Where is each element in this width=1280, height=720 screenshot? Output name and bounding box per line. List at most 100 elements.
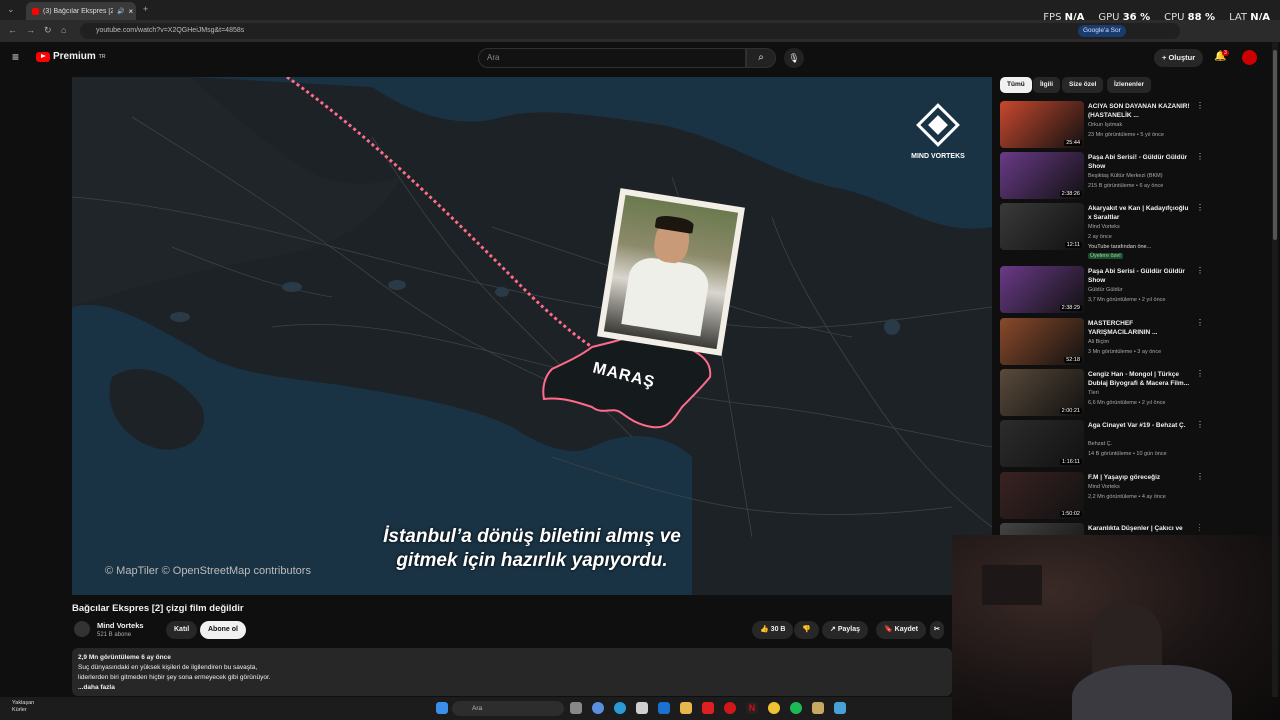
- reload-icon[interactable]: ↻: [44, 25, 52, 36]
- recommendation-item[interactable]: 1:50:02 F.M | Yaşayıp göreceğiz ⋮ Mind Vort…: [1000, 472, 1204, 520]
- app-icon[interactable]: [812, 702, 824, 714]
- rec-title[interactable]: Paşa Abi Serisi! - Güldür Güldür Show: [1088, 153, 1192, 171]
- webcam-overlay: [952, 535, 1280, 720]
- desc-line-2: liderlerden biri gitmeden hiçbir şey son…: [78, 674, 271, 681]
- rec-channel[interactable]: Mind Vorteks: [1088, 224, 1120, 230]
- weather-line-2: Kürler: [12, 707, 27, 713]
- recommendation-item[interactable]: 2:38:26 Paşa Abi Serisi! - Güldür Güldür …: [1000, 152, 1204, 200]
- rec-title[interactable]: MASTERCHEF YARIŞMACILARININ ...: [1088, 319, 1192, 337]
- video-thumbnail[interactable]: 52:18: [1000, 318, 1084, 365]
- save-button[interactable]: 🔖 Kaydet: [876, 621, 927, 639]
- rec-title[interactable]: Aga Cinayet Var #19 - Behzat Ç.: [1088, 421, 1192, 430]
- video-duration: 2:38:29: [1059, 305, 1082, 311]
- video-thumbnail[interactable]: 12:11: [1000, 203, 1084, 250]
- rec-channel[interactable]: Mind Vorteks: [1088, 484, 1120, 490]
- video-player[interactable]: MARAŞ MIND VORTEKS İstanbul’a dönüş bile…: [72, 77, 992, 595]
- forward-icon[interactable]: →: [26, 25, 35, 35]
- brand-label: Premium: [53, 51, 96, 62]
- more-options-icon[interactable]: ⋮: [1196, 101, 1204, 110]
- rec-title[interactable]: Cengiz Han - Mongol | Türkçe Dublaj Biyo…: [1088, 370, 1192, 388]
- avatar[interactable]: [1242, 50, 1257, 65]
- rec-channel[interactable]: Behzat Ç.: [1088, 441, 1112, 447]
- rec-title[interactable]: Akaryakıt ve Kan | Kadayıfçıoğlu x Saral…: [1088, 204, 1192, 222]
- chip-for-you[interactable]: Size özel: [1062, 77, 1104, 93]
- more-options-icon[interactable]: ⋮: [1196, 203, 1204, 212]
- new-tab-icon[interactable]: +: [143, 4, 148, 14]
- edge-icon[interactable]: [614, 702, 626, 714]
- more-link[interactable]: ...daha fazla: [78, 683, 946, 693]
- video-thumbnail[interactable]: 1:16:11: [1000, 420, 1084, 467]
- more-options-icon[interactable]: ⋮: [1196, 318, 1204, 327]
- google-sor-button[interactable]: Google'a Sor: [1078, 25, 1126, 37]
- more-options-icon[interactable]: ⋮: [1196, 266, 1204, 275]
- recommendation-item[interactable]: Karanlıkta Düşenler | Çakıcı ve ⋮: [1000, 523, 1200, 535]
- channel-avatar[interactable]: [74, 621, 90, 637]
- recommendation-item[interactable]: 12:11 Akaryakıt ve Kan | Kadayıfçıoğlu x …: [1000, 203, 1204, 259]
- share-button[interactable]: ↗ Paylaş: [822, 621, 869, 639]
- clip-button[interactable]: ✂: [930, 621, 944, 639]
- rec-channel[interactable]: Ali Biçim: [1088, 339, 1109, 345]
- back-icon[interactable]: ←: [8, 25, 17, 35]
- video-thumbnail[interactable]: 2:38:26: [1000, 152, 1084, 199]
- copilot-icon[interactable]: [592, 702, 604, 714]
- like-button[interactable]: 👍 30 B: [752, 621, 794, 639]
- recommendation-item[interactable]: 25:44 ACIYA SON DAYANAN KAZANIR! (HASTANE…: [1000, 101, 1204, 149]
- dislike-button[interactable]: 👎: [794, 621, 819, 639]
- description-box[interactable]: 2,9 Mn görüntüleme 6 ay önce Suç dünyası…: [72, 648, 952, 696]
- browser-tab[interactable]: (3) Bağcılar Ekspres [2] çizgi 🔊 ×: [26, 2, 136, 20]
- search-input[interactable]: Ara: [478, 48, 746, 68]
- recommendation-item[interactable]: 52:18 MASTERCHEF YARIŞMACILARININ ... ⋮ Ali…: [1000, 318, 1204, 366]
- more-options-icon[interactable]: ⋮: [1196, 472, 1204, 481]
- video-thumbnail[interactable]: 1:50:02: [1000, 472, 1084, 519]
- video-thumbnail[interactable]: [1000, 523, 1084, 535]
- rec-channel[interactable]: Güldür Güldür: [1088, 287, 1123, 293]
- chip-related[interactable]: İlgili: [1033, 77, 1060, 93]
- chip-watched[interactable]: İzlenenler: [1107, 77, 1151, 93]
- channel-name[interactable]: Mind Vorteks: [97, 621, 144, 630]
- create-button[interactable]: + Oluştur: [1154, 49, 1204, 67]
- opera-icon[interactable]: [724, 702, 736, 714]
- more-options-icon[interactable]: ⋮: [1196, 523, 1200, 532]
- youtube-logo[interactable]: Premium TR: [36, 51, 105, 62]
- close-tab-icon[interactable]: ×: [128, 7, 133, 16]
- rec-channel[interactable]: Orkun Işıtmak: [1088, 122, 1122, 128]
- scroll-thumb[interactable]: [1273, 50, 1277, 240]
- windows-start-icon[interactable]: [436, 702, 448, 714]
- audio-icon[interactable]: 🔊: [117, 8, 124, 15]
- chip-all[interactable]: Tümü: [1000, 77, 1032, 93]
- video-thumbnail[interactable]: 2:38:29: [1000, 266, 1084, 313]
- more-options-icon[interactable]: ⋮: [1196, 152, 1204, 161]
- rec-title[interactable]: F.M | Yaşayıp göreceğiz: [1088, 473, 1192, 482]
- home-icon[interactable]: ⌂: [61, 25, 66, 35]
- store-icon[interactable]: [636, 702, 648, 714]
- video-thumbnail[interactable]: 25:44: [1000, 101, 1084, 148]
- spotify-icon[interactable]: [790, 702, 802, 714]
- video-thumbnail[interactable]: 2:00:21: [1000, 369, 1084, 416]
- netflix-icon[interactable]: N: [746, 702, 758, 714]
- task-view-icon[interactable]: [570, 702, 582, 714]
- recommendation-item[interactable]: 1:16:11 Aga Cinayet Var #19 - Behzat Ç. ⋮ B…: [1000, 420, 1204, 468]
- menu-icon[interactable]: ≡: [12, 50, 19, 64]
- search-icon[interactable]: ⌕: [746, 48, 776, 68]
- taskbar-search[interactable]: Ara: [452, 701, 564, 716]
- join-button[interactable]: Katıl: [166, 621, 198, 639]
- rec-title[interactable]: Karanlıkta Düşenler | Çakıcı ve: [1088, 524, 1192, 533]
- more-options-icon[interactable]: ⋮: [1196, 369, 1204, 378]
- youtube-app-icon[interactable]: [702, 702, 714, 714]
- more-options-icon[interactable]: ⋮: [1196, 420, 1204, 429]
- chrome-icon[interactable]: [768, 702, 780, 714]
- mic-icon[interactable]: 🎙: [784, 48, 804, 68]
- weather-widget[interactable]: Yaklaşan Kürler: [12, 700, 34, 714]
- recommendation-item[interactable]: 2:00:21 Cengiz Han - Mongol | Türkçe Dubl…: [1000, 369, 1204, 417]
- tab-list-icon[interactable]: ⌄: [7, 4, 15, 15]
- rec-channel[interactable]: Tleri: [1088, 390, 1099, 396]
- rec-title[interactable]: ACIYA SON DAYANAN KAZANIR! (HASTANELİK .…: [1088, 102, 1192, 120]
- recommendation-item[interactable]: 2:38:29 Paşa Abi Serisi - Güldür Güldür S…: [1000, 266, 1204, 314]
- window-icon[interactable]: [834, 702, 846, 714]
- outlook-icon[interactable]: [658, 702, 670, 714]
- url-input[interactable]: youtube.com/watch?v=X2QGHeiJMsg&t=4858s: [80, 23, 1180, 39]
- subscribe-button[interactable]: Abone ol: [200, 621, 246, 639]
- folder-icon[interactable]: [680, 702, 692, 714]
- rec-title[interactable]: Paşa Abi Serisi - Güldür Güldür Show: [1088, 267, 1192, 285]
- rec-channel[interactable]: Beşiktaş Kültür Merkezi (BKM): [1088, 173, 1163, 179]
